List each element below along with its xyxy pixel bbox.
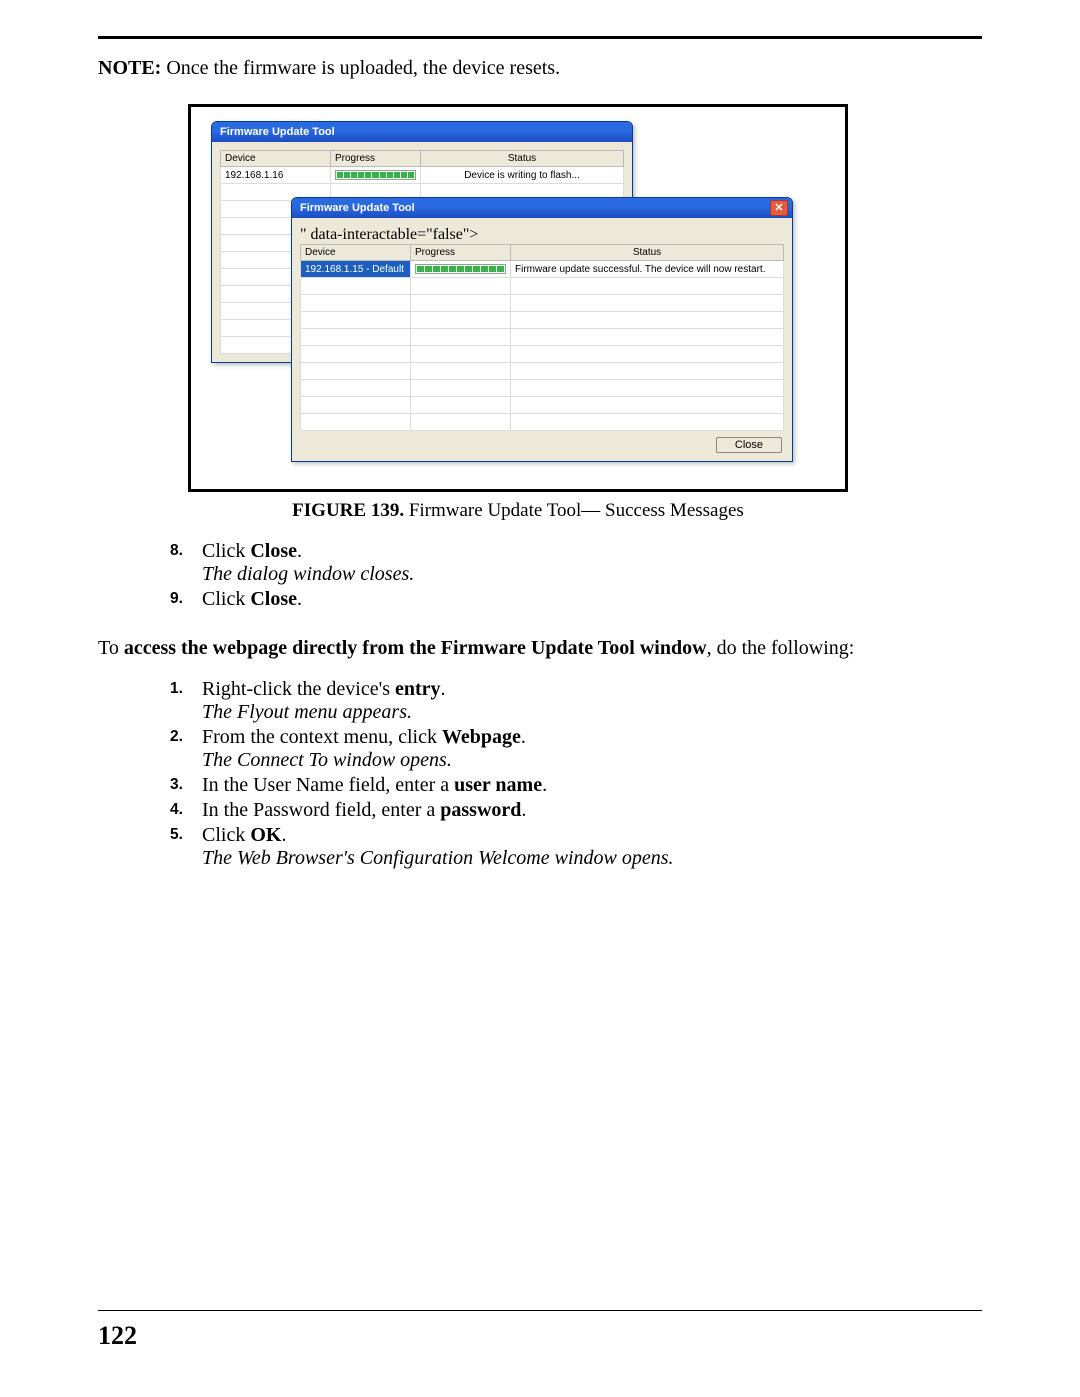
figure-caption-prefix: FIGURE 139. [292, 500, 404, 521]
step-number: 2. [170, 728, 183, 746]
step-bold: Close [250, 588, 297, 610]
step-text-post: . [297, 540, 302, 562]
step-text-post: . [542, 774, 547, 796]
step-bold: password [440, 799, 521, 821]
window-titlebar[interactable]: Firmware Update Tool ✕ [292, 198, 792, 218]
list-item: 2. From the context menu, click Webpage.… [170, 726, 982, 772]
col-device[interactable]: Device [221, 151, 331, 167]
col-device[interactable]: Device [301, 245, 411, 261]
note-label: NOTE: [98, 57, 161, 79]
body-paragraph: To access the webpage directly from the … [98, 637, 982, 660]
list-item: 5. Click OK. The Web Browser's Configura… [170, 824, 982, 870]
step-text-post: . [441, 678, 446, 700]
cell-status: Device is writing to flash... [421, 167, 624, 184]
list-item: 9. Click Close. [170, 588, 982, 611]
table-header-row: Device Progress Status [301, 245, 784, 261]
step-text-pre: In the User Name field, enter a [202, 774, 454, 796]
step-number: 9. [170, 590, 183, 608]
window-title: Firmware Update Tool [220, 126, 335, 138]
window-title: Firmware Update Tool [300, 202, 415, 214]
cell-status: Firmware update successful. The device w… [511, 261, 784, 278]
list-item: 1. Right-click the device's entry. The F… [170, 678, 982, 724]
step-text-post: . [297, 588, 302, 610]
step-bold: entry [395, 678, 441, 700]
step-text-post: . [521, 799, 526, 821]
cell-progress [331, 167, 421, 184]
step-bold: Webpage [442, 726, 521, 748]
window-titlebar[interactable]: Firmware Update Tool [212, 122, 632, 142]
steps-list-b: 1. Right-click the device's entry. The F… [98, 678, 982, 870]
close-icon[interactable]: ✕ [770, 200, 788, 216]
step-text-pre: Click [202, 824, 250, 846]
list-item: 8. Click Close. The dialog window closes… [170, 540, 982, 586]
col-status[interactable]: Status [511, 245, 784, 261]
step-bold: OK [250, 824, 281, 846]
step-text-pre: From the context menu, click [202, 726, 442, 748]
page-footer: 122 [98, 1310, 982, 1351]
step-number: 8. [170, 542, 183, 560]
table-row[interactable]: 192.168.1.15 - Default Firmware update s… [301, 261, 784, 278]
para-bold: access the webpage directly from the Fir… [124, 637, 707, 659]
step-result: The Web Browser's Configuration Welcome … [202, 847, 982, 870]
step-result: The Connect To window opens. [202, 749, 982, 772]
col-status[interactable]: Status [421, 151, 624, 167]
step-text-pre: Click [202, 588, 250, 610]
step-bold: user name [454, 774, 542, 796]
cell-device: 192.168.1.15 - Default [301, 261, 411, 278]
para-pre: To [98, 637, 124, 659]
step-text-pre: In the Password field, enter a [202, 799, 440, 821]
step-result: The dialog window closes. [202, 563, 982, 586]
figure-caption-text: Firmware Update Tool— Success Messages [404, 500, 744, 521]
para-post: , do the following: [707, 637, 855, 659]
step-text-post: . [281, 824, 286, 846]
step-text-post: . [521, 726, 526, 748]
bottom-rule [98, 1310, 982, 1311]
list-item: 4. In the Password field, enter a passwo… [170, 799, 982, 822]
step-bold: Close [250, 540, 297, 562]
figure-caption: FIGURE 139. Firmware Update Tool— Succes… [188, 500, 848, 522]
progress-table: Device Progress Status 192.168.1.15 - De… [300, 244, 784, 431]
table-row[interactable]: 192.168.1.16 Device is writing to flash.… [221, 167, 624, 184]
col-progress[interactable]: Progress [331, 151, 421, 167]
steps-list-a: 8. Click Close. The dialog window closes… [98, 540, 982, 611]
figure-frame: Firmware Update Tool Device Progress Sta… [188, 104, 848, 492]
progress-bar [415, 264, 506, 274]
step-text-pre: Click [202, 540, 250, 562]
note-line: NOTE: Once the firmware is uploaded, the… [98, 57, 982, 80]
step-number: 4. [170, 801, 183, 819]
firmware-window-front: Firmware Update Tool ✕ " data-interactab… [291, 197, 793, 462]
button-row: Close [300, 431, 784, 453]
progress-bar [335, 170, 416, 180]
note-text: Once the firmware is uploaded, the devic… [161, 57, 560, 79]
step-text-pre: Right-click the device's [202, 678, 395, 700]
step-number: 3. [170, 776, 183, 794]
close-button[interactable]: Close [716, 437, 782, 453]
page-number: 122 [98, 1321, 982, 1351]
top-rule [98, 36, 982, 39]
step-result: The Flyout menu appears. [202, 701, 982, 724]
document-page: NOTE: Once the firmware is uploaded, the… [0, 0, 1080, 1397]
table-header-row: Device Progress Status [221, 151, 624, 167]
list-item: 3. In the User Name field, enter a user … [170, 774, 982, 797]
step-number: 1. [170, 680, 183, 698]
step-number: 5. [170, 826, 183, 844]
cell-progress [411, 261, 511, 278]
figure: Firmware Update Tool Device Progress Sta… [188, 104, 848, 522]
window-body: " data-interactable="false"> Device Prog… [292, 218, 792, 461]
cell-device: 192.168.1.16 [221, 167, 331, 184]
col-progress[interactable]: Progress [411, 245, 511, 261]
